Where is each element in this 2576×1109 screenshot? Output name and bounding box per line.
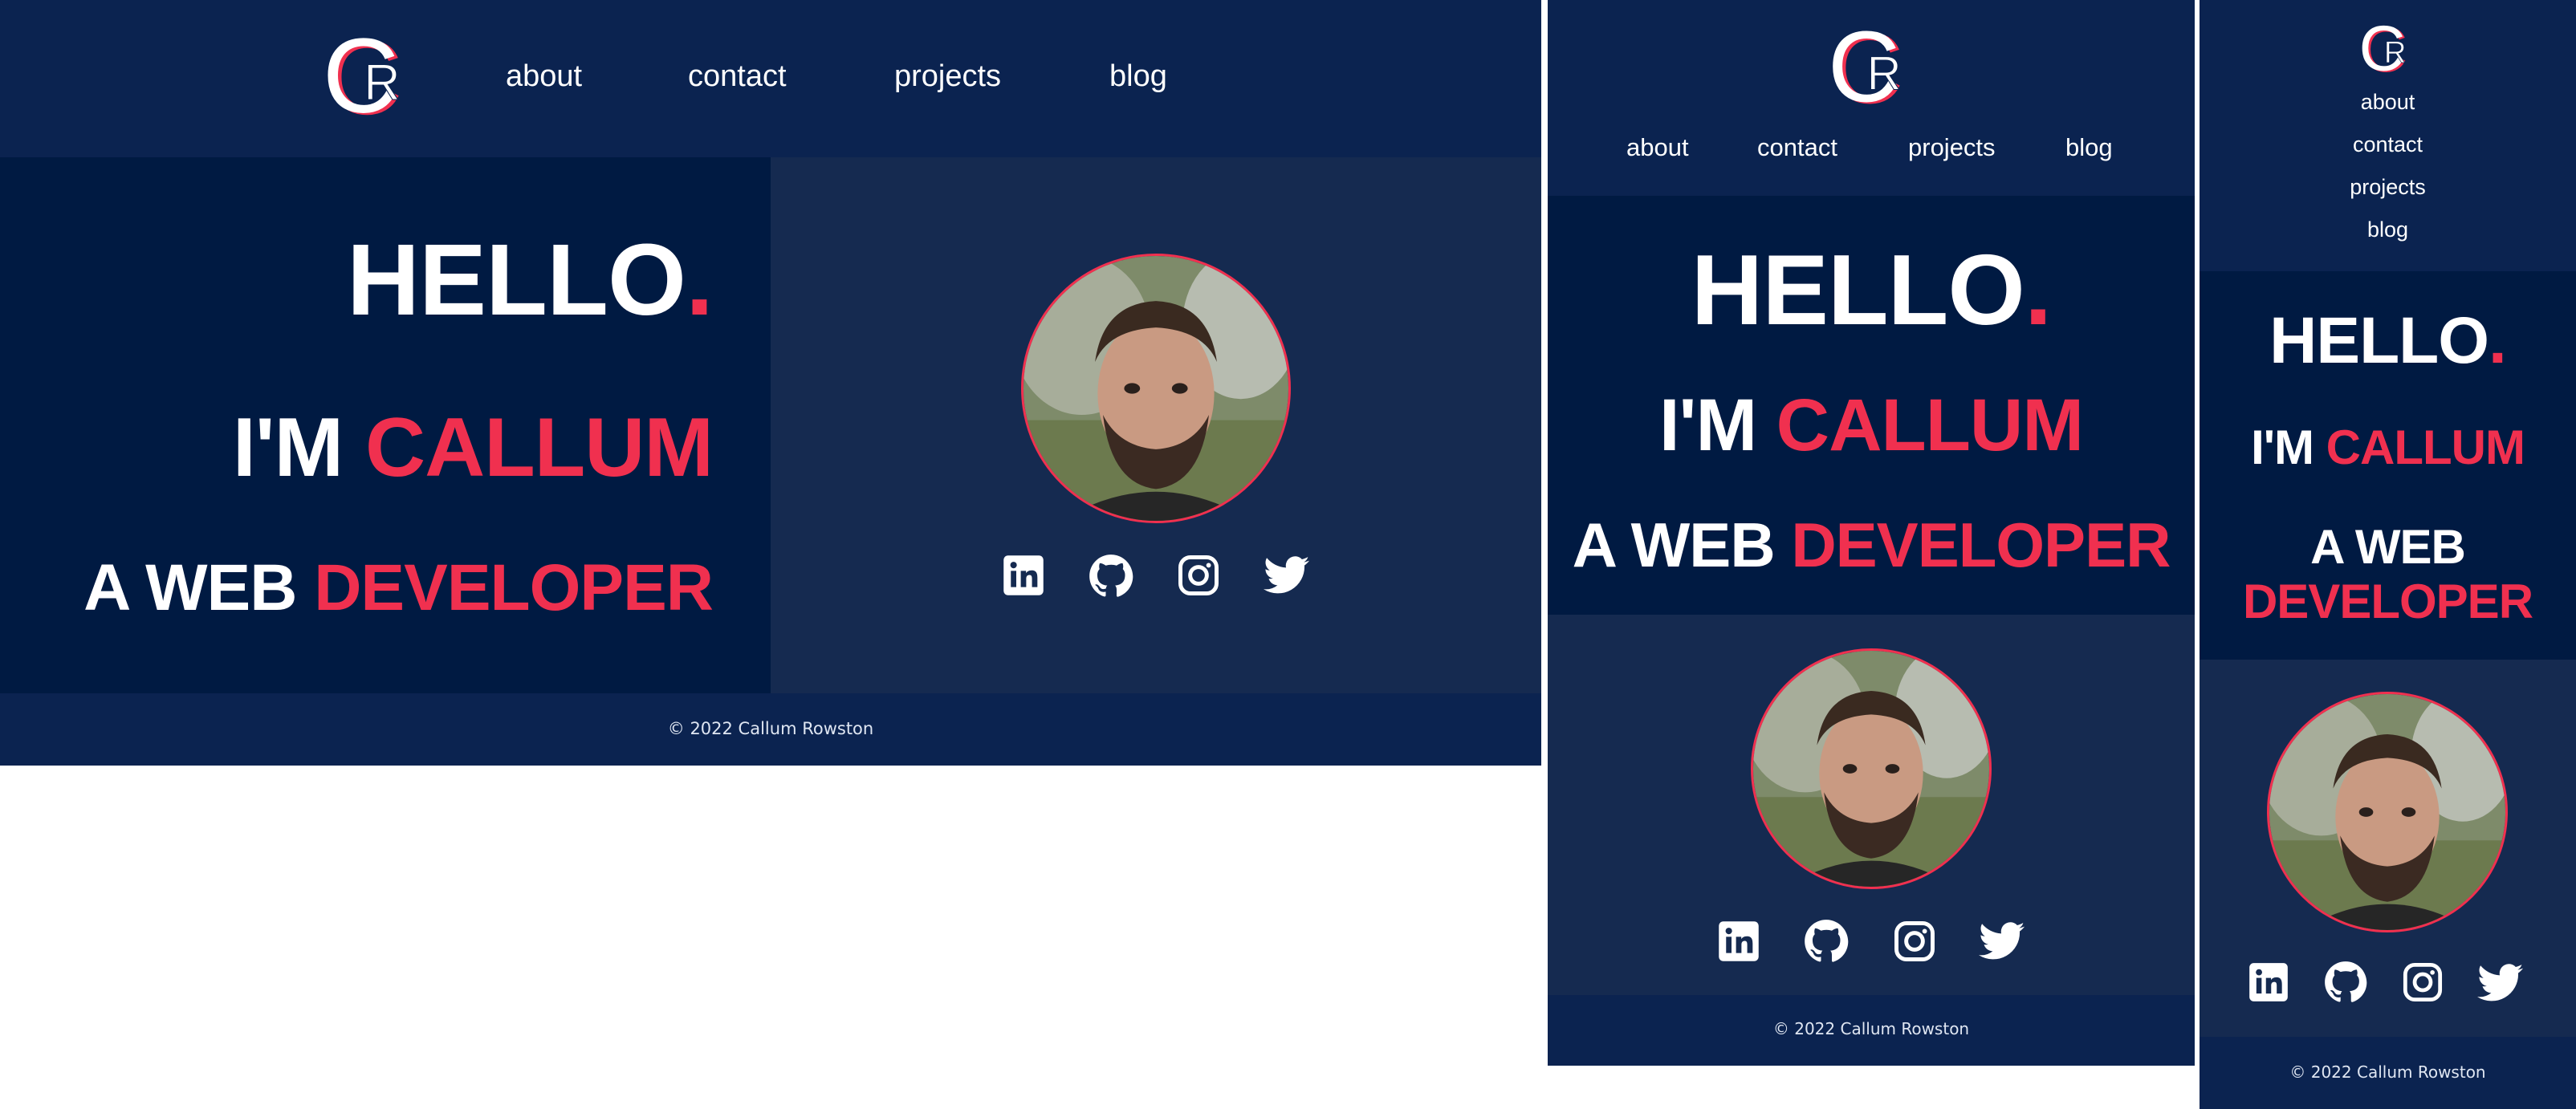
instagram-link[interactable] [2402,961,2444,1003]
copyright-text: © 2022 Callum Rowston [2289,1062,2486,1082]
github-link[interactable] [1089,554,1133,599]
nav-blog[interactable]: blog [1109,59,1167,94]
instagram-icon [2403,962,2443,1002]
github-icon [2325,961,2367,1002]
profile-photo [2267,692,2508,932]
nav-contact[interactable]: contact [1757,133,1837,162]
svg-text:R: R [364,55,400,111]
site-header: C C R about contact projects blog [1548,0,2195,196]
nav-about[interactable]: about [2200,90,2576,115]
hero-text-panel: HELLO. I'M CALLUM A WEB DEVELOPER [0,157,771,693]
github-link[interactable] [1804,919,1849,964]
instagram-link[interactable] [1177,554,1220,597]
linkedin-link[interactable] [1717,920,1760,963]
github-link[interactable] [2324,961,2367,1004]
hero-role-line-2: DEVELOPER [2242,575,2533,628]
logo[interactable]: C C R [1829,19,1915,117]
copyright-text: © 2022 Callum Rowston [667,719,874,738]
hero-name-line: I'M CALLUM [2251,420,2525,474]
instagram-icon [1894,921,1935,961]
hero-text-panel: HELLO. I'M CALLUM A WEB DEVELOPER [1548,196,2195,615]
nav-blog[interactable]: blog [2200,217,2576,242]
nav-projects[interactable]: projects [894,59,1001,94]
desktop-view: C C R about contact projects blog HELLO.… [0,0,1541,766]
hero-photo-panel [2200,660,2576,1037]
hero-role-line-1: A WEB [2310,520,2466,574]
logo-mark-icon: C C R [2360,18,2407,80]
profile-photo [1751,648,1992,889]
logo[interactable]: C C R [324,27,414,127]
nav-contact[interactable]: contact [688,59,787,94]
instagram-link[interactable] [1893,920,1936,963]
hero-name-line: I'M CALLUM [232,401,714,494]
logo[interactable]: C C R [2360,18,2415,80]
linkedin-link[interactable] [2248,961,2289,1003]
copyright-text: © 2022 Callum Rowston [1772,1019,1970,1038]
github-icon [1089,554,1133,597]
twitter-icon [1264,556,1310,594]
nav-about[interactable]: about [506,59,582,94]
hero-hello: HELLO. [1691,235,2053,346]
hero-role-line: A WEB DEVELOPER [83,551,714,624]
hero-hello: HELLO. [2269,304,2507,377]
site-footer: © 2022 Callum Rowston [1548,995,2195,1066]
mobile-view: C C R about contact projects blog HELLO.… [2200,0,2576,1109]
twitter-link[interactable] [1264,555,1310,595]
nav-projects[interactable]: projects [2200,175,2576,200]
hero-photo-panel [771,157,1541,693]
site-footer: © 2022 Callum Rowston [0,693,1541,766]
hero-name-line: I'M CALLUM [1659,384,2084,466]
hero-photo-panel [1548,615,2195,995]
linkedin-icon [1003,555,1044,595]
twitter-icon [1979,922,2025,960]
linkedin-link[interactable] [1002,554,1045,597]
hero-text-panel: HELLO. I'M CALLUM A WEB DEVELOPER [2200,271,2576,660]
svg-text:R: R [2384,36,2407,70]
site-footer: © 2022 Callum Rowston [2200,1037,2576,1109]
instagram-icon [1178,555,1219,595]
hero-role-line: A WEB DEVELOPER [1572,510,2171,580]
hero-hello: HELLO. [347,223,714,336]
profile-photo [1021,254,1291,523]
tablet-view: C C R about contact projects blog HELLO.… [1548,0,2195,1066]
twitter-link[interactable] [1979,921,2025,961]
github-icon [1805,920,1849,962]
logo-mark-icon: C C R [324,27,403,127]
svg-text:R: R [1867,46,1902,100]
nav-blog[interactable]: blog [2065,133,2113,162]
linkedin-icon [2249,963,2288,1001]
nav-contact[interactable]: contact [2200,132,2576,157]
twitter-icon [2477,964,2524,1001]
linkedin-icon [1719,921,1759,961]
logo-mark-icon: C C R [1829,19,1903,117]
nav-projects[interactable]: projects [1908,133,1996,162]
site-header: C C R about contact projects blog [0,0,1541,157]
site-header: C C R about contact projects blog [2200,0,2576,271]
twitter-link[interactable] [2477,963,2524,1003]
nav-about[interactable]: about [1626,133,1689,162]
